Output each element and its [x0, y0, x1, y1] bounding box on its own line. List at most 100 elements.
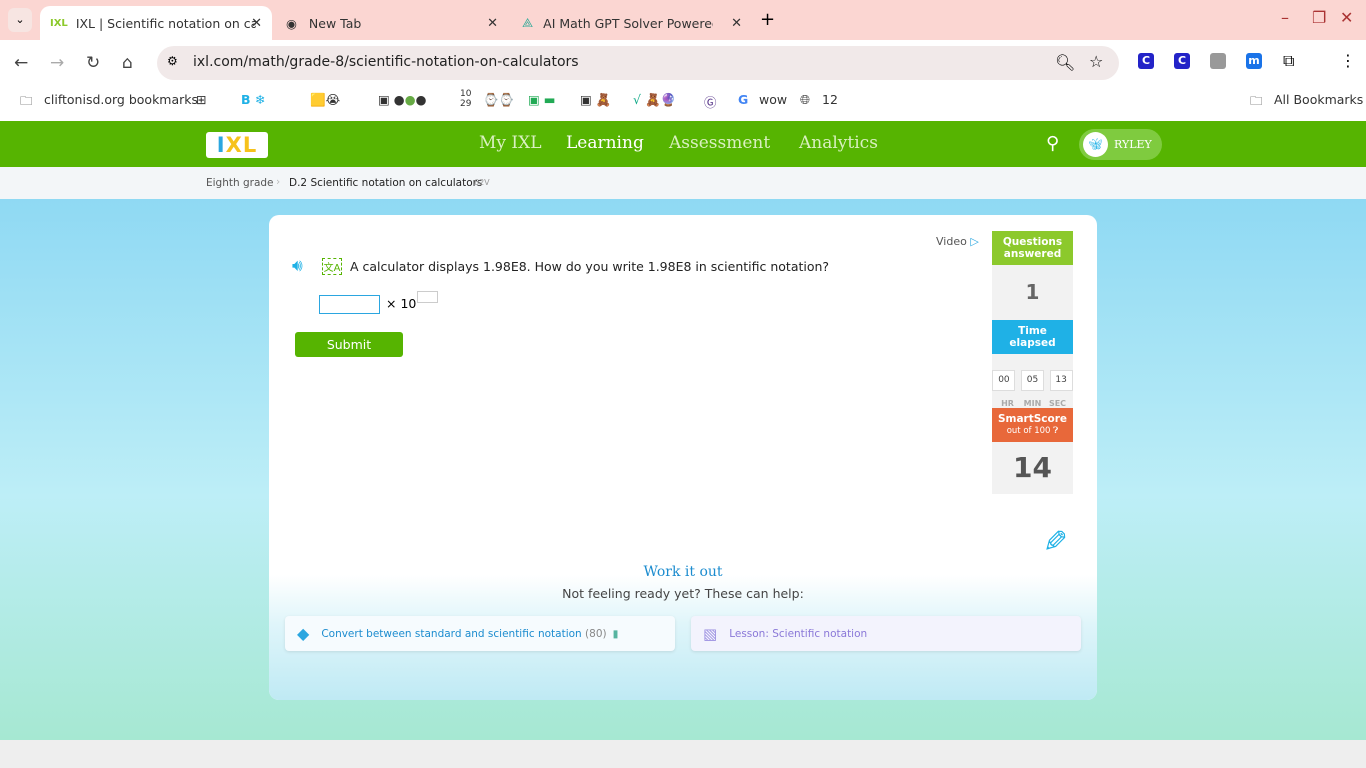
questions-answered-count: 1 [992, 265, 1073, 320]
extension-c-icon[interactable]: C [1138, 53, 1154, 69]
tab-ixl[interactable]: IXL IXL | Scientific notation on calc ✕ [40, 6, 272, 40]
diamond-icon: ◆ [297, 624, 310, 643]
watch-icon[interactable]: ⌚⌚ [483, 92, 514, 108]
bookmark-icon[interactable]: ▣ ▬ [528, 92, 556, 107]
smartscore-out-of: out of 100 [1006, 426, 1051, 436]
bookmark-b-icon[interactable]: B ❄ [241, 92, 265, 107]
bookmark-icon[interactable]: 🟨😭 [310, 92, 340, 108]
ixl-favicon: IXL [50, 17, 68, 29]
globe-icon: 🌐︎ [800, 92, 811, 107]
bookmark-icon: ▮ [612, 627, 619, 640]
home-button[interactable]: ⌂ [122, 53, 133, 73]
extension-icon[interactable]: m [1246, 53, 1262, 69]
smartscore-header: SmartScore out of 100 ❓︎ [992, 408, 1073, 442]
help-icon[interactable]: ❓︎ [1053, 426, 1058, 436]
bookmark-12[interactable]: 12 [822, 92, 838, 107]
chevron-right-icon: › [276, 176, 281, 188]
pencil-icon[interactable]: ✎ [1036, 528, 1071, 553]
back-button[interactable]: ← [14, 53, 28, 73]
video-link[interactable]: Video ▷ [936, 235, 979, 248]
help-lesson-label: Lesson: Scientific notation [729, 627, 868, 640]
close-window-button[interactable]: ✕ [1340, 8, 1353, 27]
breadcrumb: Eighth grade › D.2 Scientific notation o… [0, 167, 1366, 199]
help-subheading: Not feeling ready yet? These can help: [562, 586, 804, 601]
times-ten-label: × 10 [386, 296, 417, 311]
bookmark-date[interactable]: 10 29 [460, 89, 471, 109]
nav-assessment[interactable]: Assessment [669, 133, 770, 153]
zoom-icon[interactable]: 🔍︎ [1055, 53, 1075, 72]
bookmark-dots-icon[interactable]: ▣ ●●● [378, 92, 427, 107]
ixl-logo[interactable]: IXL [206, 132, 268, 158]
browser-toolbar: ← → ↻ ⌂ ⚙ ixl.com/math/grade-8/scientifi… [0, 40, 1366, 86]
nav-my-ixl[interactable]: My IXL [479, 133, 542, 153]
smartscore-label: SmartScore [997, 413, 1068, 425]
bookmark-icon[interactable]: ▣ 🧸 [580, 92, 611, 108]
help-skill-label: Convert between standard and scientific … [321, 627, 582, 640]
smartscore-value: 14 [992, 442, 1073, 494]
hr-label: HR [1001, 399, 1014, 408]
bookmark-wow[interactable]: wow [759, 92, 787, 107]
close-tab-icon[interactable]: ✕ [731, 16, 742, 31]
forward-button[interactable]: → [50, 53, 64, 73]
compass-icon: ⟁ [522, 15, 534, 30]
timer-minutes: 05 [1021, 370, 1044, 391]
nav-analytics[interactable]: Analytics [799, 133, 878, 153]
search-icon[interactable]: ⚲ [1046, 133, 1059, 154]
new-tab-button[interactable]: + [760, 9, 775, 30]
help-lesson-link[interactable]: ▧ Lesson: Scientific notation [691, 616, 1081, 651]
exponent-input[interactable] [417, 291, 438, 303]
timer-seconds: 13 [1049, 370, 1073, 391]
chrome-icon: ◉ [286, 15, 297, 31]
breadcrumb-grade[interactable]: Eighth grade [206, 177, 274, 189]
url-text[interactable]: ixl.com/math/grade-8/scientific-notation… [193, 54, 579, 70]
sec-label: SEC [1048, 399, 1067, 408]
coefficient-input[interactable] [319, 295, 380, 314]
question-card: Video ▷ 🔊︎ 文A A calculator displays 1.98… [269, 215, 1097, 700]
puzzle-icon[interactable]: ⧉ [1283, 51, 1294, 71]
tab-new-tab[interactable]: ◉ New Tab ✕ [276, 6, 508, 40]
skill-code: 62V [474, 178, 490, 187]
help-skill-link[interactable]: ◆ Convert between standard and scientifi… [285, 616, 675, 651]
timer-hours: 00 [992, 370, 1016, 391]
user-name: RYLEY [1114, 138, 1152, 151]
menu-icon[interactable]: ⋮ [1340, 51, 1356, 70]
star-icon[interactable]: ☆ [1089, 52, 1103, 71]
time-elapsed-label: Time elapsed [992, 320, 1073, 354]
site-info-icon[interactable]: ⚙ [167, 54, 178, 68]
tab-strip: ⌄ IXL IXL | Scientific notation on calc … [0, 0, 1366, 40]
folder-icon: 🗀 [20, 93, 33, 108]
google-icon: G [738, 92, 749, 107]
apps-icon[interactable]: ⊞ [196, 92, 206, 107]
close-tab-icon[interactable]: ✕ [487, 16, 498, 31]
bookmark-g-icon[interactable]: Ⓖ [704, 92, 717, 111]
bookmark-sqrt-icon[interactable]: √ 🧸🔮 [633, 92, 676, 108]
address-bar[interactable]: ⚙ ixl.com/math/grade-8/scientific-notati… [157, 46, 1119, 80]
help-skill-score: (80) [585, 627, 607, 640]
close-tab-icon[interactable]: ✕ [251, 16, 262, 31]
translate-icon[interactable]: 文A [322, 258, 342, 275]
tab-title: IXL | Scientific notation on calc [75, 15, 256, 31]
nav-learning[interactable]: Learning [566, 133, 644, 153]
user-menu[interactable]: 🦋︎ RYLEY [1079, 129, 1162, 160]
min-label: MIN [1023, 399, 1042, 408]
bookmark-folder[interactable]: cliftonisd.org bookmarks [44, 92, 198, 107]
tab-title: New Tab [308, 15, 362, 31]
speaker-icon[interactable]: 🔊︎ [292, 256, 303, 276]
work-it-out-heading: Work it out [643, 564, 723, 580]
tab-title: AI Math GPT Solver Powered by [543, 15, 713, 31]
tab-ai-math[interactable]: ⟁ AI Math GPT Solver Powered by ✕ [512, 6, 752, 40]
extension-icon[interactable] [1210, 53, 1226, 69]
questions-answered-label: Questions answered [992, 231, 1073, 265]
all-bookmarks[interactable]: All Bookmarks [1274, 92, 1363, 107]
avatar: 🦋︎ [1083, 132, 1108, 157]
submit-button[interactable]: Submit [295, 332, 403, 357]
timer: 00 05 13 HR MIN SEC [992, 354, 1073, 408]
reload-button[interactable]: ↻ [86, 53, 100, 73]
minimize-button[interactable]: – [1281, 8, 1289, 27]
extension-c2-icon[interactable]: C [1174, 53, 1190, 69]
stats-sidebar: Questions answered 1 Time elapsed 00 05 … [992, 231, 1073, 494]
maximize-button[interactable]: ❐ [1312, 8, 1326, 27]
breadcrumb-skill: D.2 Scientific notation on calculators [289, 177, 483, 189]
tab-search-button[interactable]: ⌄ [8, 8, 32, 32]
folder-icon: 🗀 [1250, 93, 1263, 108]
